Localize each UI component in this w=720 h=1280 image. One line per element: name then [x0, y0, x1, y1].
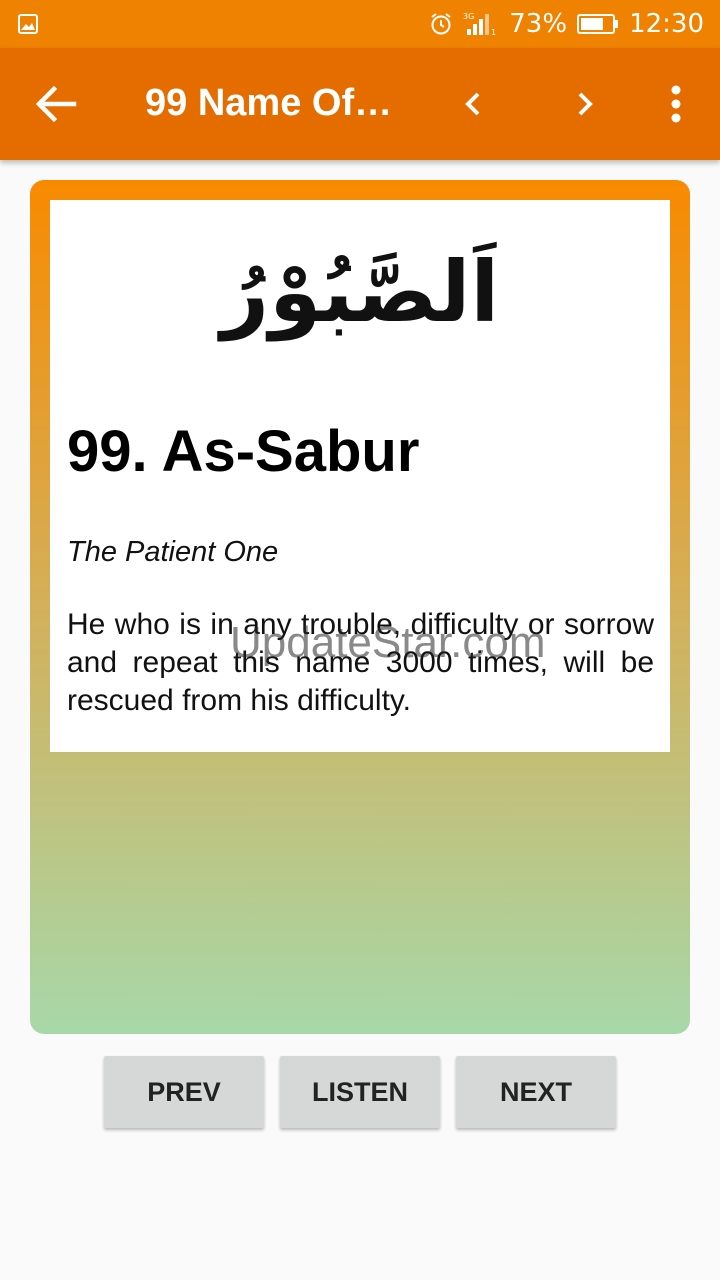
name-card-content: اَلصَّبُوْرُ 99. As-Sabur The Patient On… [50, 200, 670, 752]
app-title: 99 Name Of… [145, 82, 393, 124]
alarm-icon [429, 12, 453, 36]
clock: 12:30 [629, 9, 704, 39]
button-row: PREV LISTEN NEXT [104, 1056, 624, 1128]
app-bar: 99 Name Of… [0, 48, 720, 160]
name-title: 99. As-Sabur [67, 419, 420, 484]
chevron-right-icon[interactable] [570, 86, 600, 122]
image-notification-icon [18, 14, 38, 34]
arabic-calligraphy: اَلصَّبُوْرُ [220, 243, 500, 341]
battery-icon [577, 13, 619, 35]
back-arrow-icon[interactable] [34, 84, 78, 124]
next-button[interactable]: NEXT [456, 1056, 616, 1128]
more-vert-icon[interactable] [664, 84, 688, 124]
prev-button[interactable]: PREV [104, 1056, 264, 1128]
signal-icon: 3G 1 [463, 11, 499, 37]
status-bar: 3G 1 73% 12:30 [0, 0, 720, 48]
name-description: He who is in any trouble, difficulty or … [67, 608, 654, 717]
name-card: اَلصَّبُوْرُ 99. As-Sabur The Patient On… [30, 180, 690, 1034]
name-meaning: The Patient One [67, 536, 279, 568]
battery-percent: 73% [509, 9, 568, 39]
listen-button[interactable]: LISTEN [280, 1056, 440, 1128]
svg-text:1: 1 [491, 28, 496, 37]
chevron-left-icon[interactable] [458, 86, 488, 122]
network-type-label: 3G [463, 12, 474, 21]
